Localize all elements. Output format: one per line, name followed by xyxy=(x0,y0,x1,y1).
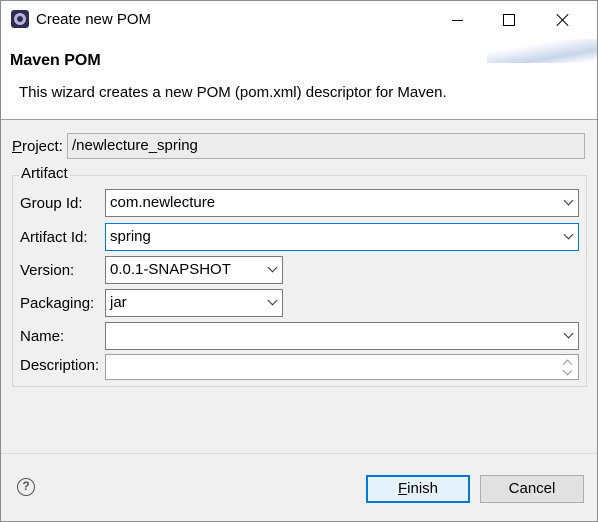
chevron-down-icon[interactable] xyxy=(268,297,276,305)
description-field[interactable] xyxy=(105,354,579,380)
artifact-id-value: spring xyxy=(110,228,151,245)
spinner-scroll[interactable] xyxy=(560,356,576,378)
chevron-down-icon[interactable] xyxy=(564,197,572,205)
maximize-icon xyxy=(503,14,515,26)
artifact-id-label: Artifact Id: xyxy=(20,229,88,246)
maximize-button[interactable] xyxy=(483,1,535,39)
version-combo[interactable]: 0.0.1-SNAPSHOT xyxy=(105,256,283,284)
cancel-button[interactable]: Cancel xyxy=(480,475,584,503)
project-field[interactable]: /newlecture_spring xyxy=(67,133,585,159)
project-label: Project: xyxy=(12,138,63,155)
artifact-id-combo[interactable]: spring xyxy=(105,223,579,251)
create-pom-dialog: Create new POM Maven POM This wizard cre… xyxy=(0,0,598,522)
minimize-icon xyxy=(451,19,463,21)
packaging-value: jar xyxy=(110,294,127,311)
wizard-page-description: This wizard creates a new POM (pom.xml) … xyxy=(19,84,447,101)
packaging-label: Packaging: xyxy=(20,295,95,312)
artifact-group-legend: Artifact xyxy=(19,165,70,182)
description-label: Description: xyxy=(20,357,100,374)
chevron-down-icon[interactable] xyxy=(562,365,573,376)
version-value: 0.0.1-SNAPSHOT xyxy=(110,261,231,278)
title-bar: Create new POM xyxy=(1,1,597,39)
close-button[interactable] xyxy=(537,1,589,39)
name-label: Name: xyxy=(20,328,65,345)
close-icon xyxy=(556,13,570,27)
finish-button[interactable]: Finish xyxy=(366,475,470,503)
group-id-value: com.newlecture xyxy=(110,194,216,211)
eclipse-app-icon xyxy=(11,10,29,28)
chevron-down-icon[interactable] xyxy=(564,231,572,239)
wizard-page-title: Maven POM xyxy=(10,52,101,69)
wizard-header: Maven POM This wizard creates a new POM … xyxy=(1,39,597,120)
group-id-combo[interactable]: com.newlecture xyxy=(105,189,579,217)
chevron-down-icon[interactable] xyxy=(564,330,572,338)
banner-decoration xyxy=(487,39,597,63)
name-combo[interactable] xyxy=(105,322,579,350)
chevron-down-icon[interactable] xyxy=(268,264,276,272)
version-label: Version: xyxy=(20,262,75,279)
button-bar-separator xyxy=(1,453,597,454)
window-title: Create new POM xyxy=(36,11,152,28)
help-icon[interactable]: ? xyxy=(17,478,35,496)
minimize-button[interactable] xyxy=(431,1,483,39)
group-id-label: Group Id: xyxy=(20,195,83,212)
packaging-combo[interactable]: jar xyxy=(105,289,283,317)
